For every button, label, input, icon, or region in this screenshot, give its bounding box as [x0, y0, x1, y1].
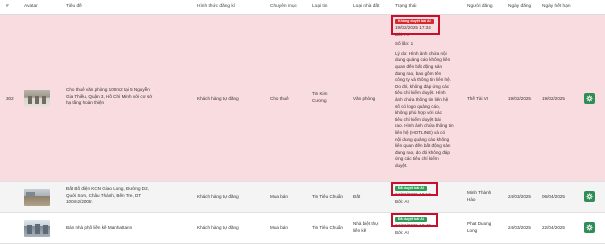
posted-date: 24/03/2025 — [508, 225, 531, 230]
status-highlight-box — [391, 182, 438, 196]
table-row[interactable]: 302 Cho thuê văn phòng 100m2 tại 5 Nguyễ… — [0, 15, 605, 182]
status-block: Không duyệt bài AI 19/02/2025 17:34 Bởi:… — [395, 18, 463, 169]
listing-type: Tin Tiêu Chuẩn — [312, 194, 343, 199]
listing-thumbnail[interactable] — [24, 220, 50, 237]
listing-title[interactable]: Đất Bồ điện KCN Giao Long, Đường D2, Quớ… — [66, 186, 149, 206]
poster-name: Minh Thành Hào — [467, 190, 492, 202]
table-row[interactable]: Bán nhà phố liền kề Manhattann Khách hàn… — [0, 213, 605, 244]
row-index: 302 — [6, 96, 14, 101]
category: Mua bán — [270, 194, 288, 199]
expiry-date: 19/02/2025 — [542, 96, 565, 101]
status-by: Bởi: AI — [395, 198, 409, 204]
listing-title[interactable]: Bán nhà phố liền kề Manhattann — [66, 225, 132, 232]
col-expires: Ngày hết hạn — [542, 4, 571, 9]
listing-table: # Avatar Tiêu đề Hình thức đăng kí Chuyê… — [0, 0, 605, 245]
registration-type: Khách hàng tự đăng — [197, 96, 239, 101]
table-row[interactable]: Đất Bồ điện KCN Giao Long, Đường D2, Quớ… — [0, 182, 605, 213]
col-poster: Người đăng — [467, 4, 493, 9]
status-reason: Lý do: Hình ảnh chứa nội dung quảng cáo … — [395, 50, 454, 168]
status-highlight-box — [391, 213, 438, 227]
category: Cho thuê — [270, 96, 289, 101]
col-registration: Hình thức đăng kí — [197, 4, 236, 9]
status-by: Bởi: AI — [395, 229, 409, 235]
action-button[interactable] — [584, 93, 595, 104]
expiry-date: 06/04/2025 — [542, 194, 565, 199]
property-type: Văn phòng — [353, 96, 376, 101]
listing-thumbnail[interactable] — [24, 189, 50, 206]
col-property-type: Loại nhà đất — [353, 4, 380, 9]
action-button[interactable] — [584, 222, 595, 233]
col-index: # — [6, 4, 9, 9]
status-highlight-box — [391, 15, 440, 35]
col-status: Trạng thái — [395, 4, 417, 9]
poster-name: Thế Tài VI — [467, 96, 489, 101]
settings-icon — [586, 95, 593, 102]
posted-date: 24/03/2025 — [508, 194, 531, 199]
listing-title[interactable]: Cho thuê văn phòng 100m2 tại 5 Nguyễn Gi… — [66, 87, 152, 107]
action-button[interactable] — [584, 191, 595, 202]
registration-type: Khách hàng tự đăng — [197, 194, 239, 199]
listing-thumbnail[interactable] — [24, 90, 50, 107]
posted-date: 19/02/2025 — [508, 96, 531, 101]
listing-type: Tin Kim Cương — [312, 91, 328, 103]
expiry-date: 22/04/2025 — [542, 225, 565, 230]
settings-icon — [586, 224, 593, 231]
property-type: Nhà biệt thự liền kề — [353, 221, 379, 233]
registration-type: Khách hàng tự đăng — [197, 225, 239, 230]
col-title: Tiêu đề — [66, 4, 82, 9]
listing-type: Tin Tiêu Chuẩn — [312, 225, 343, 230]
col-posted: Ngày đăng — [508, 4, 532, 9]
col-avatar: Avatar — [24, 4, 38, 9]
col-category: Chuyên mục — [270, 4, 297, 9]
poster-name: Phat Duong Long — [467, 221, 492, 233]
col-listing-type: Loại tin — [312, 4, 328, 9]
property-type: Đất — [353, 194, 361, 199]
status-count: Số lần: 1 — [395, 41, 414, 47]
settings-icon — [586, 193, 593, 200]
category: Mua bán — [270, 225, 288, 230]
table-header: # Avatar Tiêu đề Hình thức đăng kí Chuyê… — [0, 0, 605, 15]
